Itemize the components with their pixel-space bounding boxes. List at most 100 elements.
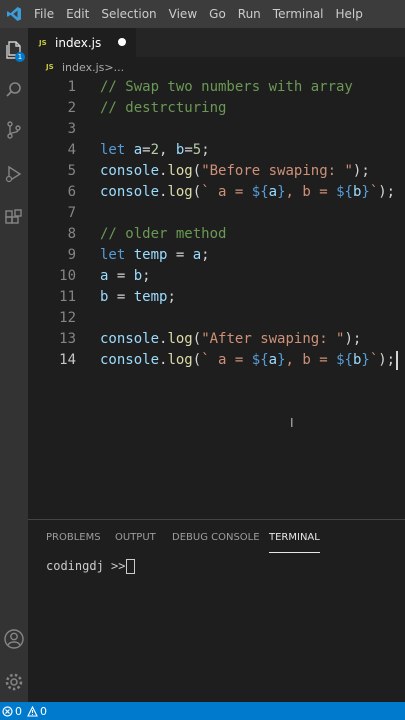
- code-token: // older method: [100, 226, 227, 242]
- menu-go[interactable]: Go: [203, 0, 232, 28]
- code-token: (: [192, 331, 202, 347]
- code-token: console: [100, 163, 160, 179]
- extensions-icon[interactable]: [0, 204, 28, 232]
- vscode-logo-icon: [0, 0, 28, 28]
- code-text: console.log(` a = ${a}, b = ${b}`);: [100, 182, 395, 203]
- menu-run[interactable]: Run: [232, 0, 267, 28]
- code-token: );: [378, 352, 396, 368]
- js-file-icon: JS: [39, 38, 47, 47]
- editor-tab-bar: JS index.js: [28, 28, 405, 57]
- line-number: 14: [59, 352, 76, 368]
- code-token: ` a =: [201, 352, 252, 368]
- code-token: let: [100, 142, 134, 158]
- code-text: console.log("After swaping: ");: [100, 329, 361, 350]
- menu-selection[interactable]: Selection: [95, 0, 162, 28]
- code-line[interactable]: 11 b = temp;: [28, 287, 405, 308]
- code-line[interactable]: 2 // destrcturing: [28, 98, 405, 119]
- code-token: ;: [167, 289, 176, 305]
- warning-icon: [27, 705, 38, 717]
- code-text: // Swap two numbers with array: [100, 77, 353, 98]
- terminal-output[interactable]: codingdj >>: [46, 559, 136, 574]
- code-line[interactable]: 13 console.log("After swaping: ");: [28, 329, 405, 350]
- code-text: console.log(` a = ${a}, b = ${b}`);: [100, 350, 395, 371]
- code-token: a: [192, 247, 202, 263]
- tab-terminal[interactable]: TERMINAL: [269, 530, 320, 553]
- error-count: 0: [15, 704, 22, 718]
- code-token: console: [100, 352, 160, 368]
- account-icon[interactable]: [0, 625, 28, 653]
- code-token: =: [108, 289, 134, 305]
- menu-terminal[interactable]: Terminal: [267, 0, 330, 28]
- line-number: 13: [59, 331, 76, 347]
- tab-debug-console[interactable]: DEBUG CONSOLE: [172, 530, 260, 552]
- source-control-icon[interactable]: [0, 116, 28, 144]
- code-line[interactable]: 5 console.log("Before swaping: ");: [28, 161, 405, 182]
- code-token: , b =: [285, 352, 337, 368]
- code-token: console: [100, 184, 160, 200]
- code-line[interactable]: 3: [28, 119, 405, 140]
- code-token: =: [108, 268, 134, 284]
- code-token: log: [167, 352, 193, 368]
- code-token: 5: [192, 142, 202, 158]
- code-line[interactable]: 12: [28, 308, 405, 329]
- code-token: ${: [251, 184, 269, 200]
- breadcrumb-js-icon: JS: [46, 63, 54, 71]
- code-token: =: [142, 142, 151, 158]
- code-token: console: [100, 331, 160, 347]
- problems-status[interactable]: 0 0: [2, 705, 47, 718]
- menu-bar: File Edit Selection View Go Run Terminal…: [0, 0, 405, 28]
- line-number: 12: [59, 310, 76, 326]
- menu-file[interactable]: File: [28, 0, 60, 28]
- code-line[interactable]: 7: [28, 203, 405, 224]
- line-number: 7: [67, 205, 76, 221]
- line-number: 11: [59, 289, 76, 305]
- line-number: 10: [59, 268, 76, 284]
- code-token: "After swaping: ": [201, 331, 345, 347]
- tab-index-js[interactable]: JS index.js: [28, 28, 136, 57]
- code-line[interactable]: 14 console.log(` a = ${a}, b = ${b}`);: [28, 350, 405, 371]
- line-number: 2: [67, 100, 76, 116]
- code-token: `: [369, 184, 379, 200]
- code-token: ${: [336, 352, 353, 368]
- line-number: 6: [67, 184, 76, 200]
- code-token: , b =: [285, 184, 337, 200]
- code-token: ,: [159, 142, 176, 158]
- code-token: log: [167, 163, 193, 179]
- code-token: }: [361, 184, 370, 200]
- tab-problems[interactable]: PROBLEMS: [46, 530, 101, 552]
- code-token: ;: [201, 142, 210, 158]
- menu-edit[interactable]: Edit: [60, 0, 95, 28]
- code-text: b = temp;: [100, 287, 176, 308]
- code-text: let a=2, b=5;: [100, 140, 210, 161]
- warning-count: 0: [40, 704, 47, 718]
- code-line[interactable]: 8 // older method: [28, 224, 405, 245]
- explorer-icon[interactable]: 1: [0, 36, 28, 64]
- code-token: a: [268, 352, 278, 368]
- code-line[interactable]: 6 console.log(` a = ${a}, b = ${b}`);: [28, 182, 405, 203]
- breadcrumb-file[interactable]: index.js: [62, 61, 104, 74]
- menu-view[interactable]: View: [163, 0, 203, 28]
- line-number: 1: [67, 79, 76, 95]
- code-token: ;: [142, 268, 151, 284]
- code-token: ` a =: [201, 184, 252, 200]
- code-line[interactable]: 1 // Swap two numbers with array: [28, 77, 405, 98]
- settings-gear-icon[interactable]: [0, 668, 28, 696]
- code-line[interactable]: 10 a = b;: [28, 266, 405, 287]
- code-token: (: [192, 352, 202, 368]
- code-line[interactable]: 4 let a=2, b=5;: [28, 140, 405, 161]
- menu-help[interactable]: Help: [330, 0, 369, 28]
- activity-bar: 1: [0, 28, 28, 702]
- bottom-panel: PROBLEMS OUTPUT DEBUG CONSOLE TERMINAL c…: [28, 519, 405, 703]
- line-number: 9: [67, 247, 76, 263]
- ibeam-cursor-icon: I: [290, 416, 294, 430]
- code-line[interactable]: 9 let temp = a;: [28, 245, 405, 266]
- code-editor[interactable]: 1 // Swap two numbers with array 2 // destr…: [28, 77, 405, 518]
- code-token: }: [277, 352, 286, 368]
- run-debug-icon[interactable]: [0, 160, 28, 188]
- tab-output[interactable]: OUTPUT: [115, 530, 156, 552]
- code-token: }: [361, 352, 370, 368]
- line-number: 5: [67, 163, 76, 179]
- breadcrumb-ellipsis[interactable]: ...: [114, 61, 125, 74]
- search-icon[interactable]: [0, 76, 28, 104]
- unsaved-dot-icon[interactable]: [118, 38, 126, 46]
